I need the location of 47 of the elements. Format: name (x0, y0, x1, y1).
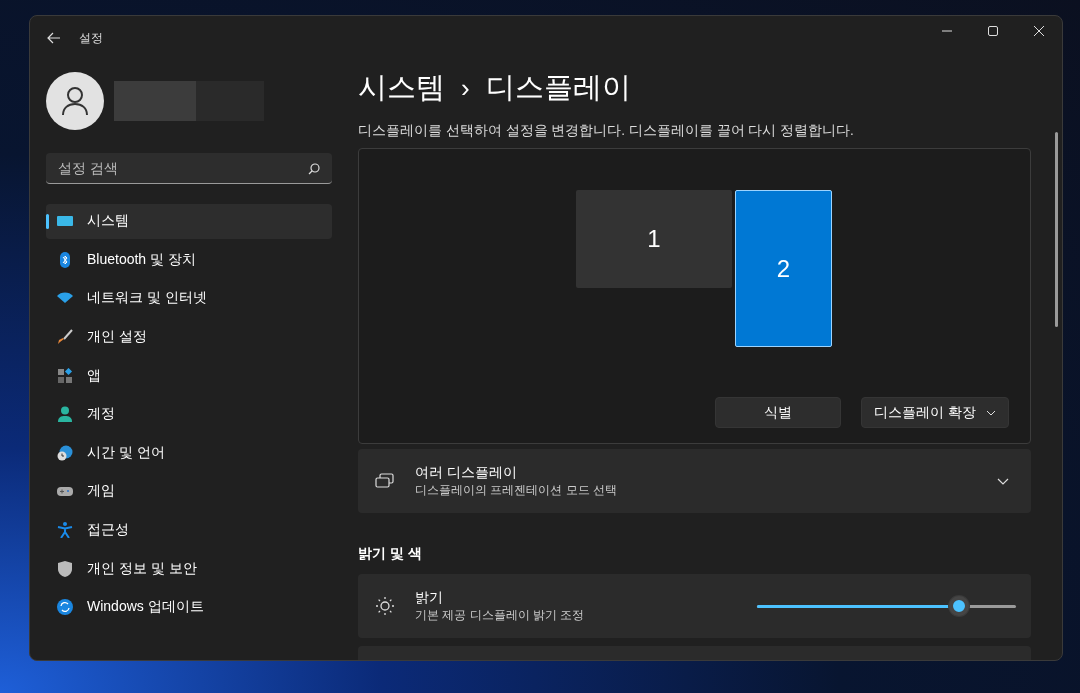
chevron-icon[interactable] (997, 477, 1009, 485)
apps-icon (57, 367, 73, 384)
breadcrumb-link[interactable]: 시스템 (358, 68, 445, 108)
person-icon (57, 406, 73, 423)
window-title: 설정 (79, 29, 103, 47)
card-subtitle: 디스플레이의 프레젠테이션 모드 선택 (415, 481, 617, 499)
sidebar-item[interactable]: Windows 업데이트 (46, 589, 332, 625)
sidebar-item[interactable]: 게임 (46, 474, 332, 509)
sidebar-item[interactable]: 개인 정보 및 보안 (46, 551, 332, 586)
paintbrush-icon (57, 329, 73, 346)
card-subtitle: 기본 제공 디스플레이 밝기 조정 (415, 606, 585, 624)
shield-icon (57, 560, 73, 577)
sidebar-item[interactable]: 시스템 (46, 204, 332, 239)
sidebar-item[interactable]: 개인 설정 (46, 319, 332, 355)
back-arrow-icon[interactable] (47, 32, 61, 44)
update-icon (57, 599, 73, 616)
monitor-tile[interactable]: 1 (576, 190, 732, 288)
multiple-displays-card[interactable]: 여러 디스플레이 디스플레이의 프레젠테이션 모드 선택 (358, 449, 1031, 513)
sidebar-item[interactable]: Bluetooth 및 장치 (46, 242, 332, 278)
close-icon[interactable] (1034, 26, 1044, 36)
sun-icon (375, 596, 395, 616)
slider-thumb[interactable] (949, 596, 969, 616)
sidebar-item[interactable]: 네트워크 및 인터넷 (46, 281, 332, 316)
maximize-icon[interactable] (988, 26, 998, 36)
chevron-down-icon (986, 409, 996, 416)
sidebar-item[interactable]: 접근성 (46, 512, 332, 548)
search-icon (308, 163, 320, 175)
card-title: 여러 디스플레이 (415, 463, 518, 482)
description-text: 디스플레이를 선택하여 설정을 변경합니다. 디스플레이를 끌어 다시 정렬합니다. (358, 122, 855, 140)
globe-clock-icon (57, 444, 73, 461)
identify-button[interactable]: 식별 (715, 397, 841, 428)
section-heading: 밝기 및 색 (358, 545, 423, 563)
sidebar-item[interactable]: 계정 (46, 396, 332, 432)
page-title: 디스플레이 (485, 70, 631, 105)
sidebar-item[interactable]: 앱 (46, 358, 332, 393)
display-mode-dropdown[interactable]: 디스플레이 확장 (861, 397, 1009, 428)
card-title: 밝기 (415, 588, 444, 607)
sidebar-item[interactable]: 시간 및 언어 (46, 435, 332, 471)
bluetooth-icon (57, 251, 73, 268)
avatar[interactable] (46, 72, 104, 130)
brightness-slider[interactable] (757, 596, 1016, 616)
accessibility-icon (57, 522, 73, 539)
breadcrumb-separator: › (461, 72, 470, 104)
two-monitors-icon (375, 471, 395, 491)
monitor-tile[interactable]: 2 (735, 190, 832, 347)
search-field[interactable]: 설정 검색 (46, 153, 332, 184)
person-icon (60, 86, 90, 116)
